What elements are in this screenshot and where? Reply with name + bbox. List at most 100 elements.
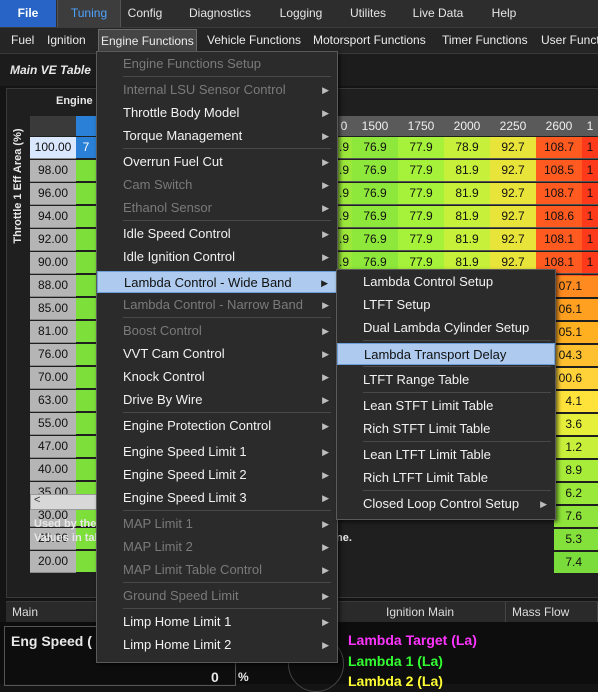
submenu-ignition[interactable]: Ignition: [47, 28, 86, 53]
table-cell[interactable]: 81.9: [444, 229, 491, 251]
row-header[interactable]: 90.00: [30, 252, 76, 274]
table-cell[interactable]: 1: [582, 137, 598, 159]
submenu-item-closed-loop-control-setup[interactable]: Closed Loop Control Setup ▶: [337, 493, 555, 515]
table-cell[interactable]: [76, 413, 96, 434]
table-cell[interactable]: [76, 229, 96, 250]
table-cell[interactable]: [76, 183, 96, 204]
menu-item-engine-speed-limit-1[interactable]: Engine Speed Limit 1 ▶: [97, 441, 337, 463]
menu-item-engine-protection-control[interactable]: Engine Protection Control ▶: [97, 415, 337, 437]
table-cell[interactable]: 92.7: [490, 183, 537, 205]
col-header[interactable]: 0: [336, 116, 353, 136]
table-cell[interactable]: 77.9: [398, 137, 445, 159]
menu-item-drive-by-wire[interactable]: Drive By Wire ▶: [97, 389, 337, 411]
menu-live-data[interactable]: Live Data: [406, 0, 470, 27]
col-header[interactable]: 2600: [536, 116, 583, 136]
table-cell[interactable]: [582, 276, 598, 297]
menu-logging[interactable]: Logging: [270, 0, 332, 27]
table-cell[interactable]: 92.7: [490, 229, 537, 251]
table-cell[interactable]: [76, 551, 96, 572]
table-cell[interactable]: 1: [582, 229, 598, 251]
table-cell[interactable]: [582, 345, 598, 366]
row-header[interactable]: 85.00: [30, 298, 76, 320]
table-cell[interactable]: 108.6: [536, 206, 583, 228]
table-cell[interactable]: [76, 275, 96, 296]
submenu-item-rich-ltft-limit-table[interactable]: Rich LTFT Limit Table: [337, 467, 555, 489]
table-cell[interactable]: [76, 367, 96, 388]
scroll-left-icon[interactable]: <: [34, 494, 40, 506]
table-cell[interactable]: 77.9: [398, 229, 445, 251]
table-cell[interactable]: 7.4: [554, 552, 582, 573]
table-cell[interactable]: 3.6: [554, 414, 582, 435]
col-header[interactable]: 1500: [352, 116, 399, 136]
menu-item-vvt-cam-control[interactable]: VVT Cam Control ▶: [97, 343, 337, 365]
menu-item-idle-ignition-control[interactable]: Idle Ignition Control ▶: [97, 246, 337, 268]
table-cell[interactable]: 04.3: [554, 345, 582, 366]
table-cell[interactable]: [582, 414, 598, 435]
menu-tuning[interactable]: Tuning: [57, 0, 121, 27]
table-cell[interactable]: 1: [582, 252, 598, 274]
row-header[interactable]: 81.00: [30, 321, 76, 343]
table-cell[interactable]: 108.5: [536, 160, 583, 182]
table-cell-selected[interactable]: 7: [76, 137, 96, 158]
row-header[interactable]: 88.00: [30, 275, 76, 297]
table-cell[interactable]: 06.1: [554, 299, 582, 320]
table-cell[interactable]: 76.9: [352, 183, 399, 205]
tab-ignition-main[interactable]: Ignition Main: [380, 602, 506, 622]
table-cell[interactable]: 00.6: [554, 368, 582, 389]
tab-mass-flow[interactable]: Mass Flow: [506, 602, 598, 622]
menu-utilites[interactable]: Utilites: [340, 0, 396, 27]
row-header[interactable]: 92.00: [30, 229, 76, 251]
table-cell[interactable]: [76, 252, 96, 273]
table-cell[interactable]: [76, 206, 96, 227]
table-cell[interactable]: [76, 459, 96, 480]
table-cell[interactable]: 81.9: [444, 183, 491, 205]
table-cell[interactable]: 1.2: [554, 437, 582, 458]
table-cell[interactable]: 77.9: [398, 160, 445, 182]
menu-item-engine-speed-limit-2[interactable]: Engine Speed Limit 2 ▶: [97, 464, 337, 486]
table-cell[interactable]: [582, 299, 598, 320]
submenu-item-ltft-range-table[interactable]: LTFT Range Table: [337, 369, 555, 391]
table-cell[interactable]: 108.1: [536, 229, 583, 251]
table-cell[interactable]: 6.2: [554, 483, 582, 504]
table-cell[interactable]: 5.3: [554, 529, 582, 550]
table-cell[interactable]: [582, 368, 598, 389]
submenu-item-rich-stft-limit-table[interactable]: Rich STFT Limit Table: [337, 418, 555, 440]
menu-item-idle-speed-control[interactable]: Idle Speed Control ▶: [97, 223, 337, 245]
table-cell[interactable]: 92.7: [490, 160, 537, 182]
table-cell[interactable]: 4.1: [554, 391, 582, 412]
col-header[interactable]: 1750: [398, 116, 445, 136]
submenu-user-functions[interactable]: User Funct: [541, 28, 598, 53]
table-cell[interactable]: [76, 160, 96, 181]
table-cell[interactable]: [76, 390, 96, 411]
table-cell[interactable]: [582, 529, 598, 550]
table-cell[interactable]: 81.9: [444, 206, 491, 228]
table-cell[interactable]: 108.7: [536, 183, 583, 205]
table-cell[interactable]: 76.9: [352, 229, 399, 251]
table-cell[interactable]: .9: [336, 137, 353, 159]
menu-diagnostics[interactable]: Diagnostics: [182, 0, 258, 27]
menu-item-knock-control[interactable]: Knock Control ▶: [97, 366, 337, 388]
submenu-item-ltft-setup[interactable]: LTFT Setup: [337, 294, 555, 316]
menu-item-overrun-fuel-cut[interactable]: Overrun Fuel Cut ▶: [97, 151, 337, 173]
row-header[interactable]: 70.00: [30, 367, 76, 389]
row-header[interactable]: 47.00: [30, 436, 76, 458]
table-cell[interactable]: 1: [582, 183, 598, 205]
row-header[interactable]: 55.00: [30, 413, 76, 435]
table-cell[interactable]: [582, 437, 598, 458]
table-cell[interactable]: 8.9: [554, 460, 582, 481]
table-cell[interactable]: [582, 483, 598, 504]
row-header[interactable]: 96.00: [30, 183, 76, 205]
table-cell[interactable]: 77.9: [398, 206, 445, 228]
table-cell[interactable]: 76.9: [352, 137, 399, 159]
table-cell[interactable]: [582, 322, 598, 343]
submenu-engine-functions[interactable]: Engine Functions: [98, 29, 197, 53]
menu-item-throttle-body-model[interactable]: Throttle Body Model ▶: [97, 102, 337, 124]
row-header[interactable]: 40.00: [30, 459, 76, 481]
table-cell[interactable]: [76, 298, 96, 319]
table-cell[interactable]: .9: [336, 160, 353, 182]
submenu-timer-functions[interactable]: Timer Functions: [442, 28, 528, 53]
col-header[interactable]: 1: [582, 116, 598, 136]
menu-help[interactable]: Help: [484, 0, 524, 27]
first-col-header[interactable]: [76, 116, 96, 136]
table-cell[interactable]: 78.9: [444, 137, 491, 159]
